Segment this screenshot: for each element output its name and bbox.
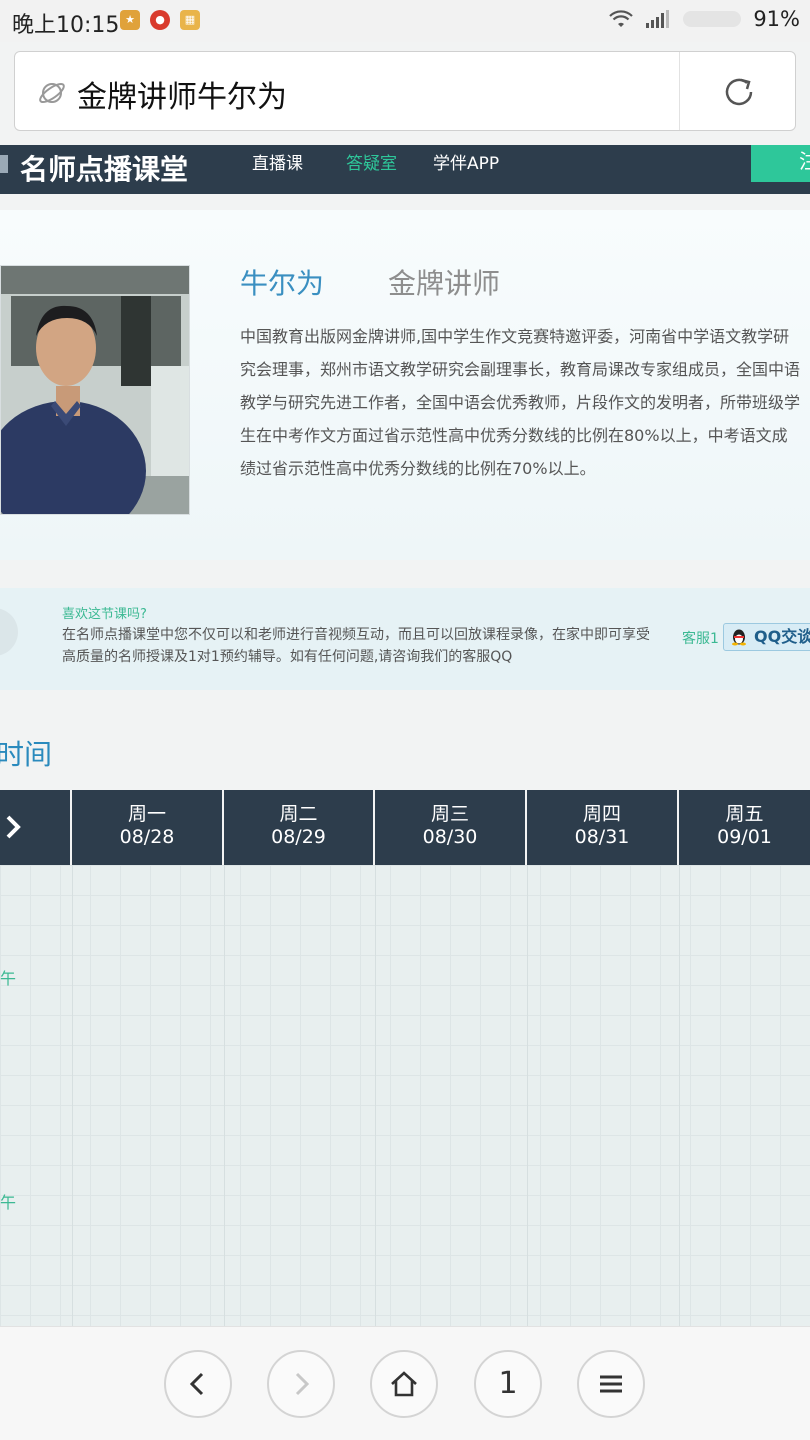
status-bar: 晚上10:15 ★ ● ▦ 91% <box>0 0 810 42</box>
status-app-icons: ★ ● ▦ <box>120 10 200 30</box>
schedule-section-title: 约时间 <box>0 738 53 771</box>
schedule-column-divider <box>375 865 376 1330</box>
schedule-header: 周一 08/28 周二 08/29 周三 08/30 周四 08/31 周五 0… <box>0 790 810 865</box>
app-notification-icon: ★ <box>120 10 140 30</box>
home-button[interactable] <box>370 1350 438 1418</box>
browser-bottom-bar: 1 <box>0 1326 810 1440</box>
nav-item-qa[interactable]: 答疑室 <box>346 149 397 174</box>
teacher-profile-card: 牛尔为 金牌讲师 中国教育出版网金牌讲师,国中学生作文竞赛特邀评委，河南省中学语… <box>0 210 810 560</box>
status-right: 91% <box>609 7 800 31</box>
teacher-title: 金牌讲师 <box>388 267 501 300</box>
home-icon <box>391 1371 417 1397</box>
teacher-photo <box>0 265 190 515</box>
schedule-column-divider <box>224 865 225 1330</box>
schedule-next-button[interactable] <box>0 790 72 865</box>
chevron-left-icon <box>189 1372 204 1396</box>
customer-service-label: 客服1 <box>682 631 719 647</box>
schedule-day: 周四 08/31 <box>527 790 679 865</box>
help-banner: 喜欢这节课吗? 在名师点播课堂中您不仅可以和老师进行音视频互动，而且可以回放课程… <box>0 588 810 690</box>
status-obscured-area <box>683 11 742 27</box>
chevron-right-icon <box>295 1372 310 1396</box>
schedule-grid <box>0 865 810 1330</box>
help-decoration <box>0 608 18 656</box>
address-bar[interactable]: 金牌讲师牛尔为 <box>14 51 796 131</box>
qq-chat-label: QQ交谈 <box>754 627 810 646</box>
planet-icon <box>39 82 65 104</box>
reload-icon[interactable] <box>721 74 757 110</box>
site-header: 名师点播课堂 直播课 答疑室 学伴APP 注 <box>0 145 810 194</box>
menu-button[interactable] <box>577 1350 645 1418</box>
teacher-bio: 中国教育出版网金牌讲师,国中学生作文竞赛特邀评委，河南省中学语文教学研究会理事，… <box>240 327 801 478</box>
help-text: 在名师点播课堂中您不仅可以和老师进行音视频互动，而且可以回放课程录像，在家中即可… <box>62 627 650 665</box>
qq-penguin-icon <box>732 629 746 646</box>
schedule-day: 周一 08/28 <box>72 790 224 865</box>
site-title[interactable]: 名师点播课堂 <box>20 148 188 188</box>
tab-count: 1 <box>498 1366 518 1401</box>
tabs-button[interactable]: 1 <box>474 1350 542 1418</box>
address-bar-text[interactable]: 金牌讲师牛尔为 <box>77 72 287 116</box>
app-notification-icon: ▦ <box>180 10 200 30</box>
status-time: 晚上10:15 <box>12 13 120 38</box>
nav-item-app[interactable]: 学伴APP <box>433 149 499 174</box>
schedule-column-divider <box>72 865 73 1330</box>
schedule-column-divider <box>527 865 528 1330</box>
signal-icon <box>646 10 670 28</box>
schedule-column-divider <box>679 865 680 1330</box>
menu-icon <box>600 1375 622 1393</box>
schedule-day: 周二 08/29 <box>224 790 375 865</box>
forward-button[interactable] <box>267 1350 335 1418</box>
chevron-right-icon <box>6 815 21 839</box>
back-button[interactable] <box>164 1350 232 1418</box>
qq-chat-button[interactable]: QQ交谈 <box>723 623 810 651</box>
teacher-name: 牛尔为 <box>240 267 325 300</box>
schedule-day: 周三 08/30 <box>375 790 527 865</box>
schedule-table: 周一 08/28 周二 08/29 周三 08/30 周四 08/31 周五 0… <box>0 790 810 1330</box>
address-bar-divider <box>679 52 680 130</box>
header-action-button[interactable]: 注 <box>751 145 810 182</box>
schedule-period-label: 午 <box>0 1193 17 1212</box>
schedule-day: 周五 09/01 <box>717 803 772 848</box>
help-question: 喜欢这节课吗? <box>62 607 147 622</box>
app-notification-icon: ● <box>150 10 170 30</box>
site-logo-icon <box>0 155 8 173</box>
battery-level: 91% <box>753 7 800 31</box>
wifi-icon <box>609 10 634 27</box>
nav-item-live[interactable]: 直播课 <box>252 149 303 174</box>
schedule-period-label: 午 <box>0 969 17 988</box>
